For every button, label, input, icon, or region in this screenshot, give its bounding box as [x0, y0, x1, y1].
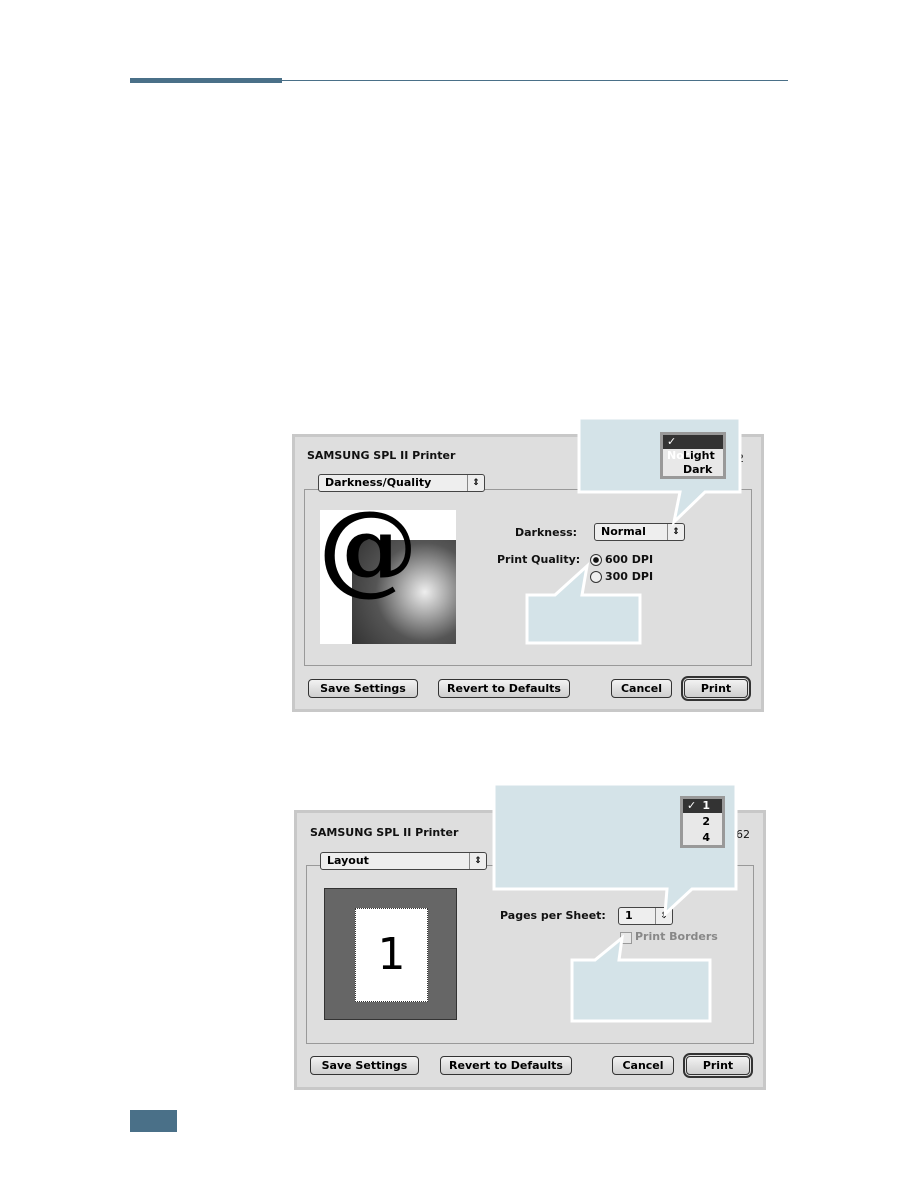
menu-item-normal[interactable]: ✓ Normal [663, 435, 723, 462]
menu-item-2[interactable]: 2 [683, 815, 722, 829]
callouts [492, 416, 742, 1023]
menu-item-4[interactable]: 4 [683, 831, 722, 845]
menu-item-1[interactable]: ✓ 1 [683, 799, 722, 813]
callout-print-quality [525, 561, 642, 645]
callout-print-borders [570, 934, 712, 1023]
check-icon: ✓ [687, 799, 697, 812]
menu-item-dark[interactable]: Dark [663, 463, 723, 477]
darkness-menu: ✓ Normal Light Dark [660, 432, 726, 479]
pages-menu: ✓ 1 2 4 [680, 796, 725, 848]
check-icon: ✓ [667, 435, 677, 448]
menu-item-label: 1 [702, 799, 710, 812]
